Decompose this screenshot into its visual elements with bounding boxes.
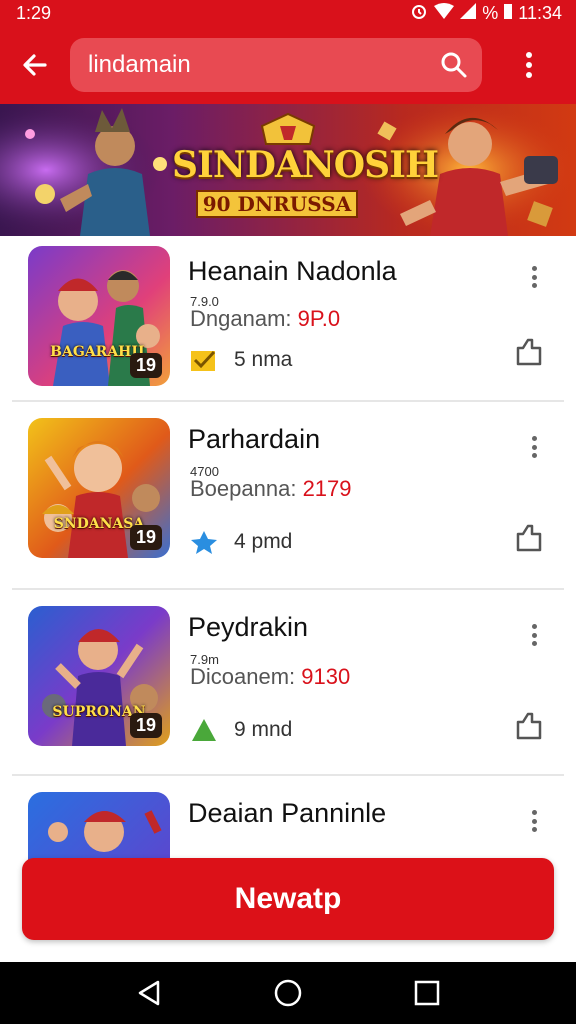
nav-recents-icon[interactable]: [412, 978, 442, 1008]
app-bar: [0, 26, 576, 104]
item-meta-text: 4 pmd: [234, 530, 293, 553]
list-item[interactable]: SUPRONAN 19 Peydrakin 7.9m Dicoanem: 913…: [12, 590, 564, 776]
item-meta: 5 nma: [190, 348, 292, 372]
list-item[interactable]: SNDANASA 19 Parhardain 4700 Boepanna: 21…: [12, 402, 564, 590]
search-box[interactable]: [70, 38, 482, 92]
nav-back-icon[interactable]: [134, 978, 164, 1008]
item-subtitle: Boepanna: 2179: [190, 476, 352, 502]
nav-home-icon[interactable]: [273, 978, 303, 1008]
more-options-button[interactable]: [482, 26, 576, 104]
item-meta-text: 5 nma: [234, 348, 293, 371]
primary-action-button[interactable]: Newatp: [22, 858, 554, 940]
status-bar: 1:29 % 11:34: [0, 0, 576, 26]
item-title[interactable]: Heanain Nadonla: [188, 256, 397, 287]
share-icon[interactable]: [514, 336, 544, 366]
item-price: 2179: [302, 476, 352, 501]
status-time-left: 1:29: [16, 2, 52, 23]
item-title[interactable]: Peydrakin: [188, 612, 308, 643]
item-title[interactable]: Deaian Panninle: [188, 798, 386, 829]
item-more-button[interactable]: [522, 806, 546, 836]
item-title[interactable]: Parhardain: [188, 424, 320, 455]
share-icon[interactable]: [514, 710, 544, 740]
arrow-left-icon: [23, 54, 47, 76]
item-subtitle: Dicoanem: 9130: [190, 664, 350, 690]
item-meta: 4 pmd: [190, 530, 292, 554]
item-meta: 9 mnd: [190, 718, 292, 742]
banner-title: SINDANOSIH: [172, 144, 439, 186]
status-time-right: 11:34: [518, 2, 562, 23]
item-sub-label: Dicoanem:: [190, 664, 296, 689]
age-badge: 19: [129, 713, 162, 738]
promo-banner[interactable]: SINDANOSIH 90 DNRUSSA: [0, 104, 576, 236]
list-item[interactable]: BAGARAHIL 19 Heanain Nadonla 7.9.0 Dngan…: [12, 236, 564, 402]
item-price: 9P.0: [297, 306, 341, 331]
system-navigation-bar: [0, 962, 576, 1024]
back-button[interactable]: [0, 26, 70, 104]
alarm-icon: [410, 2, 428, 25]
wifi-icon: [434, 2, 455, 24]
battery-percent: %: [482, 2, 499, 23]
item-sub-label: Dnganam:: [190, 306, 292, 331]
check-badge-icon: [191, 350, 216, 371]
game-thumbnail[interactable]: SNDANASA 19: [28, 418, 170, 558]
more-vertical-icon: [526, 52, 532, 78]
item-sub-label: Boepanna:: [190, 476, 297, 501]
item-meta-text: 9 mnd: [234, 718, 293, 741]
tree-badge-icon: [192, 719, 216, 741]
item-more-button[interactable]: [522, 262, 546, 292]
star-badge-icon: [191, 531, 217, 554]
banner-subtitle: 90 DNRUSSA: [196, 190, 358, 218]
battery-icon: [504, 3, 513, 24]
search-input[interactable]: [88, 51, 428, 79]
item-subtitle: Dnganam: 9P.0: [190, 306, 340, 332]
age-badge: 19: [129, 353, 162, 378]
item-price: 9130: [301, 664, 351, 689]
search-icon[interactable]: [440, 51, 468, 79]
age-badge: 19: [129, 525, 162, 550]
share-icon[interactable]: [514, 522, 544, 552]
game-thumbnail[interactable]: BAGARAHIL 19: [28, 246, 170, 386]
item-more-button[interactable]: [522, 620, 546, 650]
item-more-button[interactable]: [522, 432, 546, 462]
game-thumbnail[interactable]: SUPRONAN 19: [28, 606, 170, 746]
signal-icon: [460, 2, 477, 24]
